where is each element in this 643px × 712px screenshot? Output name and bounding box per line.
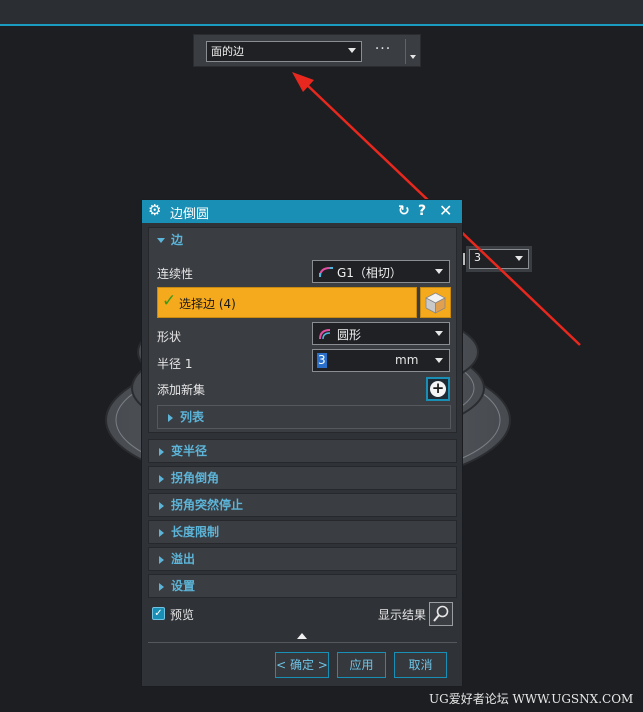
reset-icon[interactable]: ↻ (398, 202, 410, 220)
dialog-title: 边倒圆 (170, 207, 210, 222)
continuity-value: G1（相切） (337, 266, 402, 280)
ok-button[interactable]: < 确定 > (275, 652, 329, 678)
section-title: 溢出 (171, 552, 196, 566)
toolbar-separator (405, 39, 406, 64)
close-icon[interactable]: ✕ (439, 202, 452, 220)
top-toolbar (0, 0, 643, 26)
floating-radius-panel: 3 (466, 246, 532, 272)
dialog-titlebar: ⚙ 边倒圆 ↻ ? ✕ (142, 200, 462, 223)
edge-group-header[interactable]: 边 (149, 228, 183, 252)
floating-radius-dropdown[interactable]: 3 (469, 249, 529, 269)
magnifier-icon (433, 605, 449, 622)
section-title: 拐角倒角 (171, 471, 220, 485)
shape-dropdown[interactable]: 圆形 (312, 322, 450, 345)
section-corner-setback[interactable]: 拐角倒角 (148, 466, 457, 490)
circular-shape-icon (319, 329, 331, 340)
selection-bar: 面的边 ··· (193, 34, 421, 67)
section-title: 变半径 (171, 444, 208, 458)
selection-filter-value: 面的边 (211, 45, 244, 58)
section-title: 长度限制 (171, 525, 220, 539)
preview-checkbox[interactable]: ✓ (152, 607, 166, 621)
shape-value: 圆形 (337, 328, 362, 342)
divider (148, 642, 457, 643)
edge-group: 边 连续性 G1（相切） ✓ 选择边 (4) 形状 圆形 半径 1 3 mm 添… (148, 227, 457, 433)
watermark: UG爱好者论坛 WWW.UGSNX.COM (429, 692, 634, 706)
select-edge-cube-button[interactable] (420, 287, 451, 318)
continuity-dropdown[interactable]: G1（相切） (312, 260, 450, 283)
tangent-continuity-icon (319, 267, 333, 278)
cube-icon (425, 292, 446, 314)
edge-group-title: 边 (171, 233, 184, 247)
chevron-down-icon (515, 256, 523, 261)
radius-input[interactable]: 3 mm (312, 349, 450, 372)
help-icon[interactable]: ? (418, 202, 426, 220)
dialog-content: 边 连续性 G1（相切） ✓ 选择边 (4) 形状 圆形 半径 1 3 mm 添… (142, 223, 462, 686)
section-variable-radius[interactable]: 变半径 (148, 439, 457, 463)
preview-label: 预览 (170, 608, 195, 622)
list-subsection[interactable]: 列表 (157, 405, 451, 429)
plus-icon: + (430, 379, 446, 397)
collapse-icon (157, 238, 165, 243)
radius-label: 半径 1 (157, 357, 193, 371)
more-options-button[interactable]: ··· (372, 41, 394, 61)
apply-button[interactable]: 应用 (337, 652, 386, 678)
edge-blend-dialog: ⚙ 边倒圆 ↻ ? ✕ 边 连续性 G1（相切） ✓ 选择边 (4) 形状 圆形… (141, 199, 463, 687)
gear-icon: ⚙ (148, 201, 162, 219)
chevron-down-icon (435, 358, 443, 363)
section-overflow[interactable]: 溢出 (148, 547, 457, 571)
shape-label: 形状 (157, 330, 182, 344)
toolbar-expand-arrow-icon[interactable] (410, 55, 416, 59)
cancel-button[interactable]: 取消 (394, 652, 447, 678)
collapse-dialog-icon[interactable] (297, 633, 307, 639)
float-input-marker (463, 253, 465, 265)
floating-radius-value: 3 (474, 251, 481, 264)
chevron-down-icon (435, 269, 443, 274)
show-result-button[interactable] (429, 602, 453, 626)
section-stop-short-of-corner[interactable]: 拐角突然停止 (148, 493, 457, 517)
chevron-down-icon (348, 48, 356, 53)
checkbox-checked-icon: ✓ (152, 607, 165, 620)
add-new-set-label: 添加新集 (157, 383, 206, 397)
add-new-set-button[interactable]: + (426, 377, 450, 401)
check-icon: ✓ (162, 291, 177, 311)
section-title: 拐角突然停止 (171, 498, 244, 512)
select-edge-row[interactable]: ✓ 选择边 (4) (157, 287, 417, 318)
section-settings[interactable]: 设置 (148, 574, 457, 598)
selection-filter-dropdown[interactable]: 面的边 (206, 41, 362, 62)
section-title: 设置 (171, 579, 196, 593)
list-subsection-title: 列表 (180, 410, 205, 424)
radius-unit: mm (395, 353, 419, 367)
section-length-limit[interactable]: 长度限制 (148, 520, 457, 544)
show-result-label: 显示结果 (378, 608, 427, 622)
select-edge-label: 选择边 (4) (179, 297, 236, 311)
continuity-label: 连续性 (157, 267, 194, 281)
chevron-down-icon (435, 331, 443, 336)
radius-value[interactable]: 3 (317, 353, 327, 368)
